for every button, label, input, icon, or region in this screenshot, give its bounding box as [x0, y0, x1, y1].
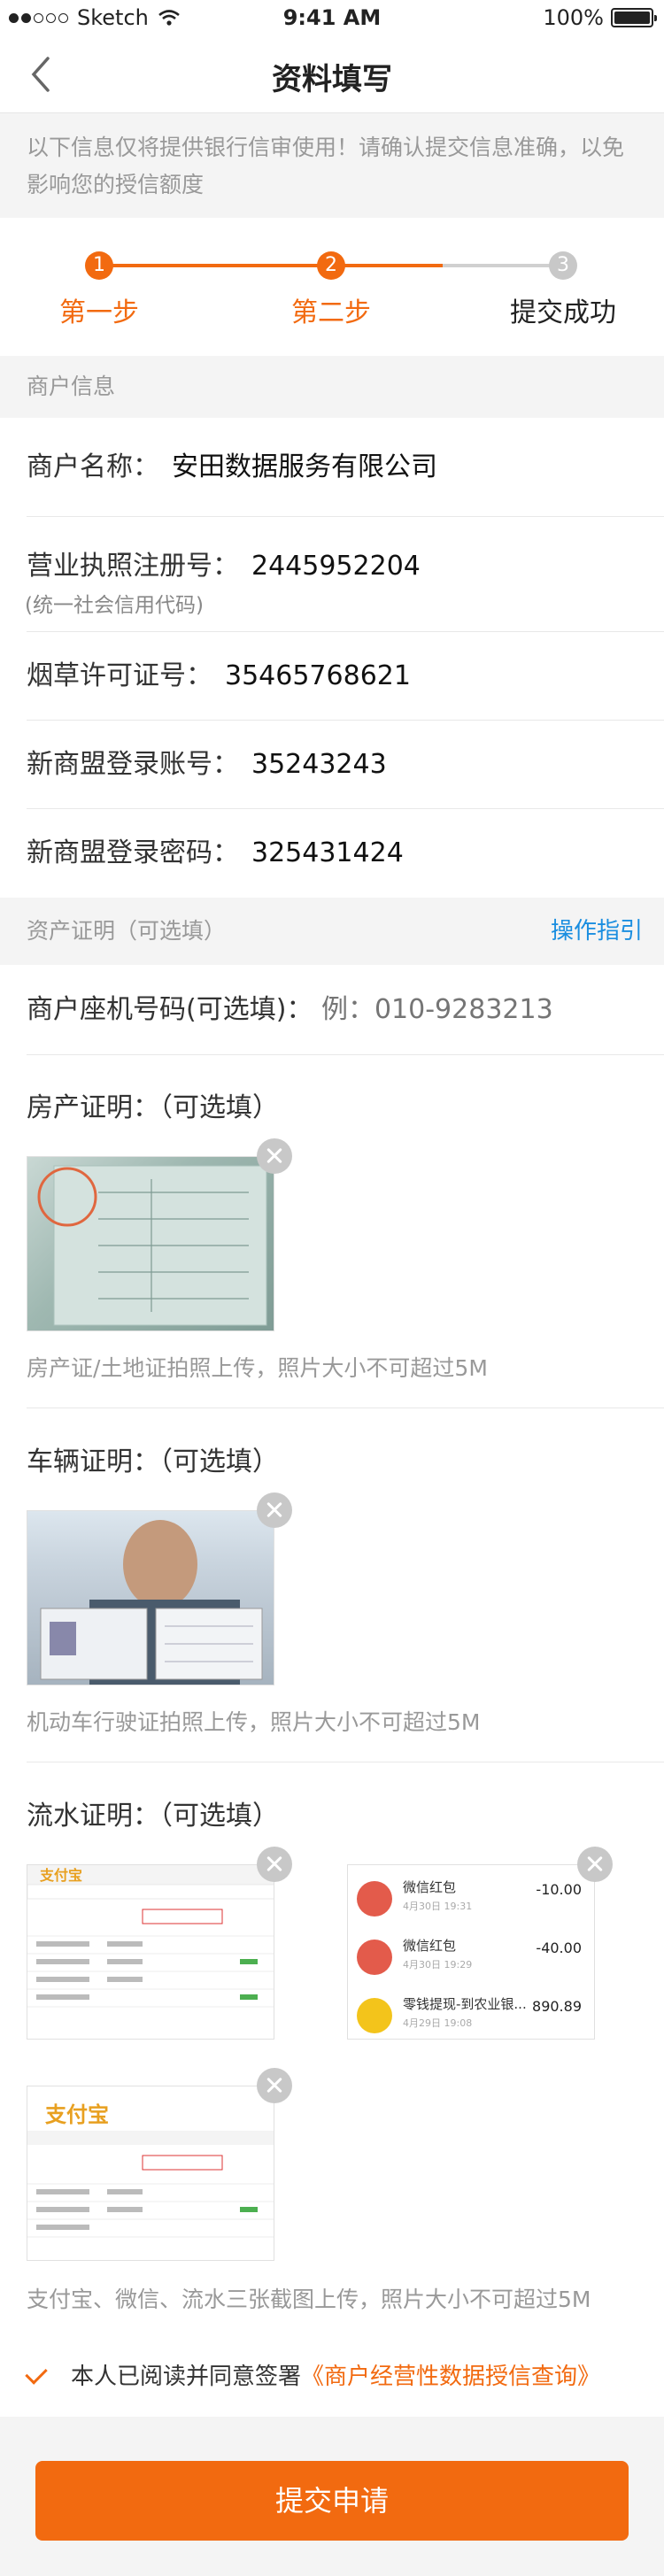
progress-steps: 1 2 3 第一步 第二步 提交成功	[0, 218, 664, 356]
merchant-section-header: 商户信息	[0, 356, 664, 418]
wechat-item-date: 4月30日 19:31	[403, 1901, 473, 1912]
agreement-text: 本人已阅读并同意签署	[71, 2364, 302, 2390]
step-1-label: 第一步	[59, 297, 139, 328]
tobacco-row[interactable]: 烟草许可证号： 35465768621	[27, 632, 664, 721]
step-2-circle: 2	[317, 251, 345, 280]
status-bar: Sketch 9:41 AM 100%	[0, 0, 664, 35]
flow-photo-3-remove-icon[interactable]	[257, 2068, 292, 2103]
car-photo-remove-icon[interactable]	[257, 1492, 292, 1528]
wechat-item: 零钱提现-到农业银... 4月29日 19:08 890.89	[357, 1991, 587, 2039]
tobacco-label: 烟草许可证号：	[27, 660, 212, 691]
wechat-item-date: 4月29日 19:08	[403, 2017, 473, 2029]
submit-area: 提交申请	[0, 2417, 664, 2576]
flow-photo-1[interactable]: 支付宝	[27, 1864, 274, 2040]
battery-percent: 100%	[543, 5, 604, 30]
wechat-item-title: 零钱提现-到农业银...	[403, 1996, 527, 2012]
password-row[interactable]: 新商盟登录密码： 325431424	[27, 809, 664, 898]
agreement-row[interactable]: 本人已阅读并同意签署《商户经营性数据授信查询》	[0, 2337, 664, 2417]
assets-section-header: 资产证明（可选填） 操作指引	[0, 898, 664, 965]
house-document-image	[37, 1165, 267, 1326]
house-photo[interactable]	[27, 1156, 274, 1331]
phone-row[interactable]: 商户座机号码(可选填)：	[27, 965, 664, 1055]
step-1-circle: 1	[85, 251, 113, 280]
step-line-done	[99, 264, 331, 267]
svg-text:支付宝: 支付宝	[39, 1867, 82, 1884]
step-2-label: 第二步	[291, 297, 371, 328]
page-title: 资料填写	[272, 62, 392, 97]
password-value[interactable]: 325431424	[251, 837, 404, 868]
car-title: 车辆证明：（可选填）	[27, 1446, 279, 1477]
wechat-item: 微信红包 4月30日 19:29 -40.00	[357, 1932, 587, 1994]
flow-hint: 支付宝、微信、流水三张截图上传，照片大小不可超过5M	[27, 2287, 591, 2312]
nav-bar: 资料填写	[0, 35, 664, 113]
flow-photo-1-remove-icon[interactable]	[257, 1847, 292, 1882]
battery-indicator: 100%	[543, 5, 657, 30]
wechat-item-amount: -40.00	[536, 1940, 582, 1956]
flow-title: 流水证明：（可选填）	[27, 1801, 279, 1832]
checkmark-icon[interactable]	[25, 2362, 48, 2385]
alipay-logo: 支付宝	[45, 2102, 109, 2127]
account-value[interactable]: 35243243	[251, 749, 387, 780]
guide-link[interactable]: 操作指引	[551, 898, 643, 965]
wechat-item-title: 微信红包	[403, 1938, 457, 1954]
phone-input[interactable]	[320, 994, 552, 1025]
car-license-image	[40, 1520, 263, 1685]
wechat-item-date: 4月30日 19:29	[403, 1959, 473, 1971]
agreement-link[interactable]: 《商户经营性数据授信查询》	[301, 2364, 600, 2390]
wechat-item-title: 微信红包	[403, 1879, 457, 1895]
password-label: 新商盟登录密码：	[27, 837, 239, 868]
account-label: 新商盟登录账号：	[27, 749, 239, 780]
license-sublabel: (统一社会信用代码)	[25, 594, 204, 617]
house-photo-remove-icon[interactable]	[257, 1138, 292, 1174]
submit-button[interactable]: 提交申请	[35, 2461, 629, 2541]
wechat-item: 微信红包 4月30日 19:31 -10.00	[357, 1874, 587, 1936]
step-3-circle: 3	[549, 251, 577, 280]
car-hint: 机动车行驶证拍照上传，照片大小不可超过5M	[27, 1709, 481, 1735]
merchant-name-label: 商户名称：	[27, 451, 159, 482]
info-notice: 以下信息仅将提供银行信审使用！请确认提交信息准确，以免影响您的授信额度	[0, 113, 664, 218]
step-3-label: 提交成功	[510, 297, 616, 328]
license-label: 营业执照注册号：	[27, 551, 239, 582]
flow-photo-3[interactable]: 支付宝	[27, 2086, 274, 2261]
alipay-statement-image: 支付宝	[27, 1865, 274, 2008]
license-row[interactable]: 营业执照注册号： 2445952204 (统一社会信用代码)	[25, 517, 664, 632]
license-value[interactable]: 2445952204	[251, 551, 421, 582]
merchant-name-row[interactable]: 商户名称： 安田数据服务有限公司	[27, 418, 664, 517]
red-packet-icon	[357, 1940, 392, 1975]
alipay-statement-image-2: 支付宝	[27, 2086, 274, 2238]
wechat-item-amount: 890.89	[532, 1998, 582, 2015]
step-line-pending	[443, 264, 563, 267]
flow-photo-2[interactable]: 微信红包 4月30日 19:31 -10.00 微信红包 4月30日 19:29…	[347, 1864, 595, 2040]
car-photo[interactable]	[27, 1510, 274, 1685]
phone-label: 商户座机号码(可选填)：	[27, 994, 313, 1025]
flow-photo-2-remove-icon[interactable]	[577, 1847, 613, 1882]
red-packet-icon	[357, 1881, 392, 1917]
step-line-half	[331, 264, 443, 267]
merchant-name-value[interactable]: 安田数据服务有限公司	[172, 451, 437, 482]
assets-section-title: 资产证明（可选填）	[27, 918, 227, 944]
tobacco-value[interactable]: 35465768621	[225, 660, 411, 691]
coin-icon	[357, 1998, 392, 2033]
wechat-item-amount: -10.00	[536, 1881, 582, 1898]
house-title: 房产证明：（可选填）	[27, 1092, 279, 1123]
house-hint: 房产证/土地证拍照上传，照片大小不可超过5M	[27, 1355, 488, 1381]
account-row[interactable]: 新商盟登录账号： 35243243	[27, 721, 664, 809]
merchant-section-title: 商户信息	[27, 374, 116, 399]
battery-icon	[611, 8, 657, 27]
